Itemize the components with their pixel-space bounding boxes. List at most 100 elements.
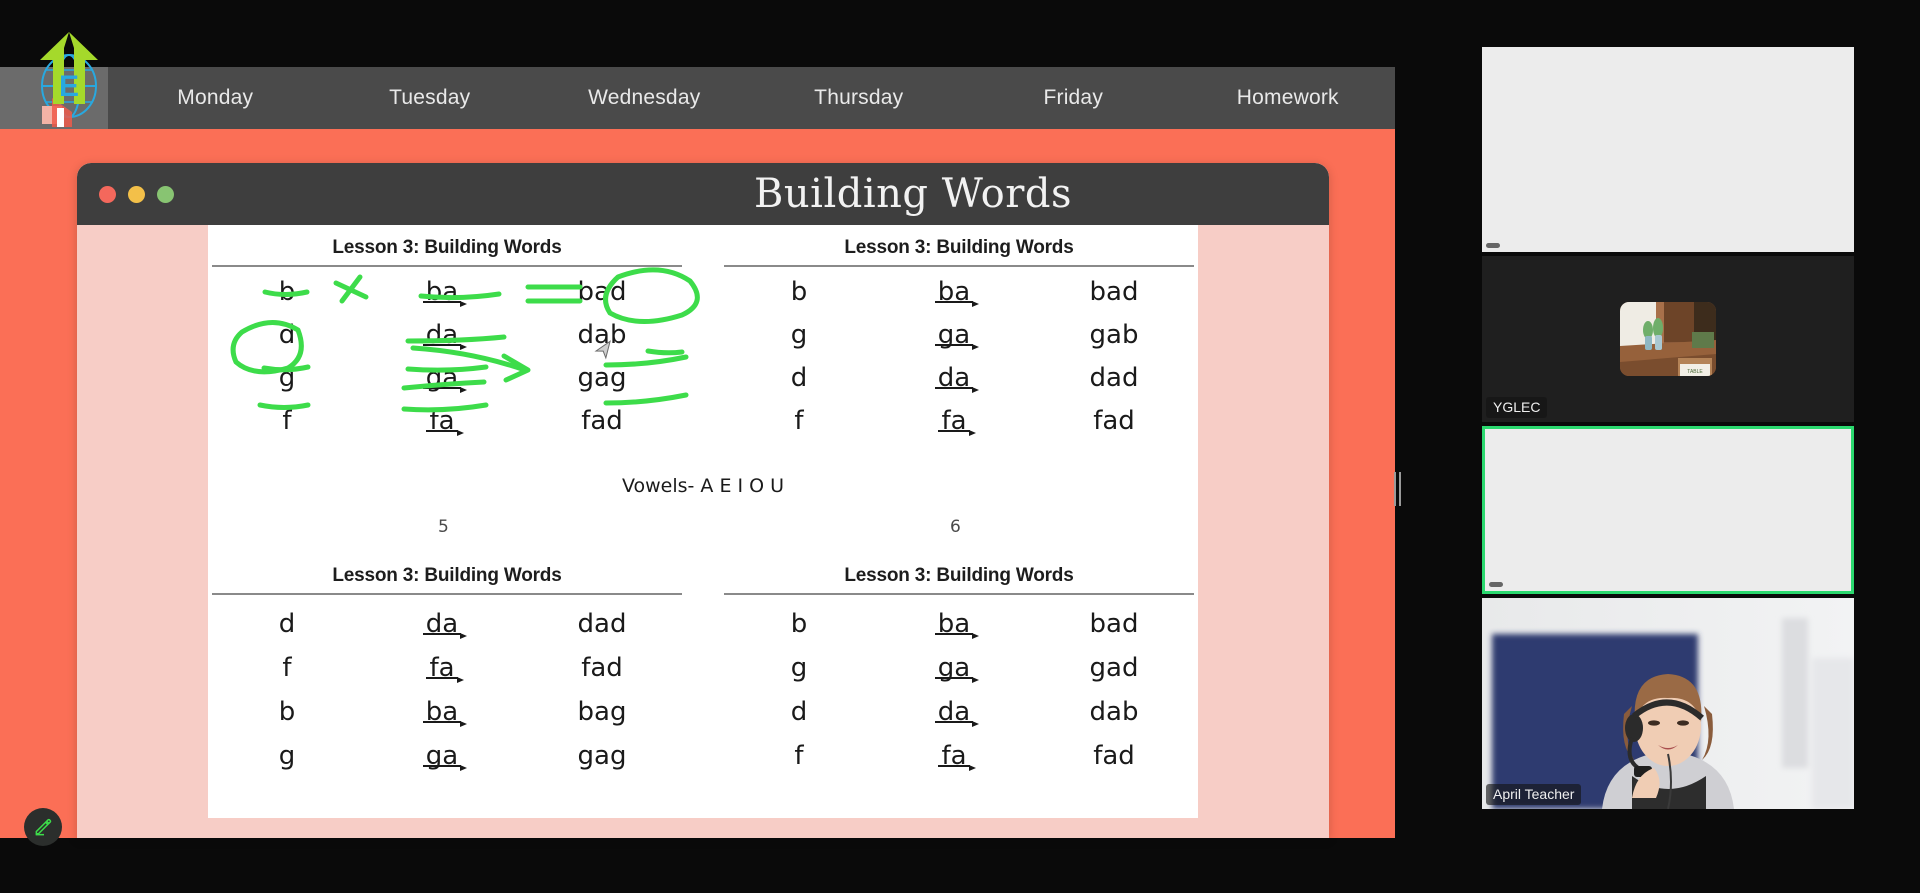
svg-text:E: E bbox=[59, 70, 79, 103]
participant-tile[interactable] bbox=[1482, 47, 1854, 252]
participant-tile[interactable]: TABLE YGLEC bbox=[1482, 256, 1854, 422]
row-word: gab bbox=[1089, 320, 1139, 350]
logo-graphic: E bbox=[40, 32, 98, 127]
heading-rule bbox=[212, 265, 682, 267]
slide-title: Building Words bbox=[754, 171, 1072, 217]
worksheet-block-bottom-right: Lesson 3: Building Words b ba bad g ga g… bbox=[724, 565, 1194, 785]
row-blend: da bbox=[874, 363, 1034, 393]
slide-window: Building Words Lesson 3: Building Words … bbox=[77, 163, 1329, 838]
row-word: dad bbox=[1089, 363, 1139, 393]
svg-text:TABLE: TABLE bbox=[1687, 369, 1703, 375]
pencil-icon bbox=[35, 818, 52, 836]
avatar-photo: TABLE bbox=[1620, 302, 1716, 376]
participant-name: April Teacher bbox=[1486, 784, 1582, 805]
row-blend: ga bbox=[362, 741, 522, 771]
page-number-5: 5 bbox=[438, 517, 449, 537]
worksheet-block-top-left: Lesson 3: Building Words b ba bad d da d… bbox=[212, 237, 682, 449]
row-blend: ba bbox=[362, 697, 522, 727]
row-word: dad bbox=[577, 609, 627, 639]
heading-rule bbox=[724, 265, 1194, 267]
annotate-button[interactable] bbox=[24, 808, 62, 846]
worksheet-sheet: Lesson 3: Building Words b ba bad d da d… bbox=[208, 225, 1198, 818]
worksheet-heading: Lesson 3: Building Words bbox=[332, 565, 562, 586]
row-letter: b bbox=[278, 697, 296, 727]
row-blend: da bbox=[874, 697, 1034, 727]
row-letter: b bbox=[790, 609, 808, 639]
worksheet-row: d da dad bbox=[724, 363, 1194, 406]
row-letter: f bbox=[794, 406, 804, 436]
worksheet-row: d da dab bbox=[724, 697, 1194, 741]
row-word: dab bbox=[577, 320, 627, 350]
worksheet-row: f fa fad bbox=[724, 406, 1194, 449]
tab-homework[interactable]: Homework bbox=[1181, 86, 1396, 110]
worksheet-row: f fa fad bbox=[724, 741, 1194, 785]
page-number-6: 6 bbox=[950, 517, 961, 537]
row-blend: fa bbox=[362, 653, 522, 683]
worksheet-heading: Lesson 3: Building Words bbox=[332, 237, 562, 258]
row-letter: d bbox=[278, 609, 296, 639]
worksheet-block-bottom-left: Lesson 3: Building Words d da dad f fa f… bbox=[212, 565, 682, 785]
row-letter: g bbox=[790, 320, 808, 350]
avatar: TABLE bbox=[1620, 302, 1716, 376]
worksheet-row: b ba bad bbox=[724, 277, 1194, 320]
row-word: bad bbox=[577, 277, 627, 307]
worksheet-row: d da dad bbox=[212, 609, 682, 653]
row-blend: da bbox=[362, 609, 522, 639]
row-letter: g bbox=[790, 653, 808, 683]
worksheet-row: b ba bag bbox=[212, 697, 682, 741]
tab-thursday[interactable]: Thursday bbox=[752, 86, 967, 110]
worksheet-row: g ga gab bbox=[724, 320, 1194, 363]
row-letter: g bbox=[278, 741, 296, 771]
row-word: fad bbox=[1093, 406, 1135, 436]
row-word: bad bbox=[1089, 609, 1139, 639]
education-globe-arrow-logo[interactable]: E bbox=[28, 28, 110, 132]
slide-titlebar: Building Words bbox=[77, 163, 1329, 225]
participant-tile[interactable]: April Teacher bbox=[1482, 598, 1854, 809]
handle-line bbox=[1398, 472, 1401, 506]
row-letter: d bbox=[790, 697, 808, 727]
vowels-line: Vowels- A E I O U bbox=[621, 475, 785, 497]
participant-name bbox=[1486, 243, 1500, 248]
participant-name: YGLEC bbox=[1486, 397, 1548, 418]
participant-video-rail: TABLE YGLEC April Teacher bbox=[1482, 47, 1854, 865]
participant-name bbox=[1489, 582, 1503, 587]
handle-line bbox=[1393, 472, 1396, 506]
row-letter: g bbox=[278, 363, 296, 393]
row-blend: ba bbox=[362, 277, 522, 307]
row-word: gad bbox=[1089, 653, 1139, 683]
row-word: gag bbox=[577, 363, 627, 393]
worksheet-heading: Lesson 3: Building Words bbox=[844, 237, 1074, 258]
row-word: bag bbox=[577, 697, 627, 727]
tab-friday[interactable]: Friday bbox=[966, 86, 1181, 110]
tab-wednesday[interactable]: Wednesday bbox=[537, 86, 752, 110]
participant-tile-active-speaker[interactable] bbox=[1482, 426, 1854, 594]
worksheet-row: b ba bad bbox=[724, 609, 1194, 653]
row-word: fad bbox=[581, 406, 623, 436]
panel-resize-handle[interactable] bbox=[1391, 470, 1403, 508]
row-word: bad bbox=[1089, 277, 1139, 307]
row-blend: ba bbox=[874, 277, 1034, 307]
row-blend: ba bbox=[874, 609, 1034, 639]
worksheet-row: d da dab bbox=[212, 320, 682, 363]
row-blend: fa bbox=[874, 741, 1034, 771]
tab-monday[interactable]: Monday bbox=[108, 86, 323, 110]
row-blend: da bbox=[362, 320, 522, 350]
row-letter: d bbox=[278, 320, 296, 350]
row-blend: fa bbox=[362, 406, 522, 436]
row-letter: d bbox=[790, 363, 808, 393]
weekday-navbar: Monday Tuesday Wednesday Thursday Friday… bbox=[0, 67, 1395, 129]
row-blend: fa bbox=[874, 406, 1034, 436]
worksheet-heading: Lesson 3: Building Words bbox=[844, 565, 1074, 586]
row-word: gag bbox=[577, 741, 627, 771]
worksheet-row: f fa fad bbox=[212, 653, 682, 697]
row-blend: ga bbox=[874, 320, 1034, 350]
teacher-video-feed bbox=[1482, 598, 1854, 809]
zoom-classroom-window: Monday Tuesday Wednesday Thursday Friday… bbox=[0, 0, 1920, 893]
worksheet-block-top-right: Lesson 3: Building Words b ba bad g ga g… bbox=[724, 237, 1194, 449]
shared-content-stage: Monday Tuesday Wednesday Thursday Friday… bbox=[0, 0, 1395, 846]
row-blend: ga bbox=[362, 363, 522, 393]
row-word: fad bbox=[1093, 741, 1135, 771]
tab-tuesday[interactable]: Tuesday bbox=[323, 86, 538, 110]
worksheet-row: g ga gad bbox=[724, 653, 1194, 697]
worksheet-row: g ga gag bbox=[212, 363, 682, 406]
